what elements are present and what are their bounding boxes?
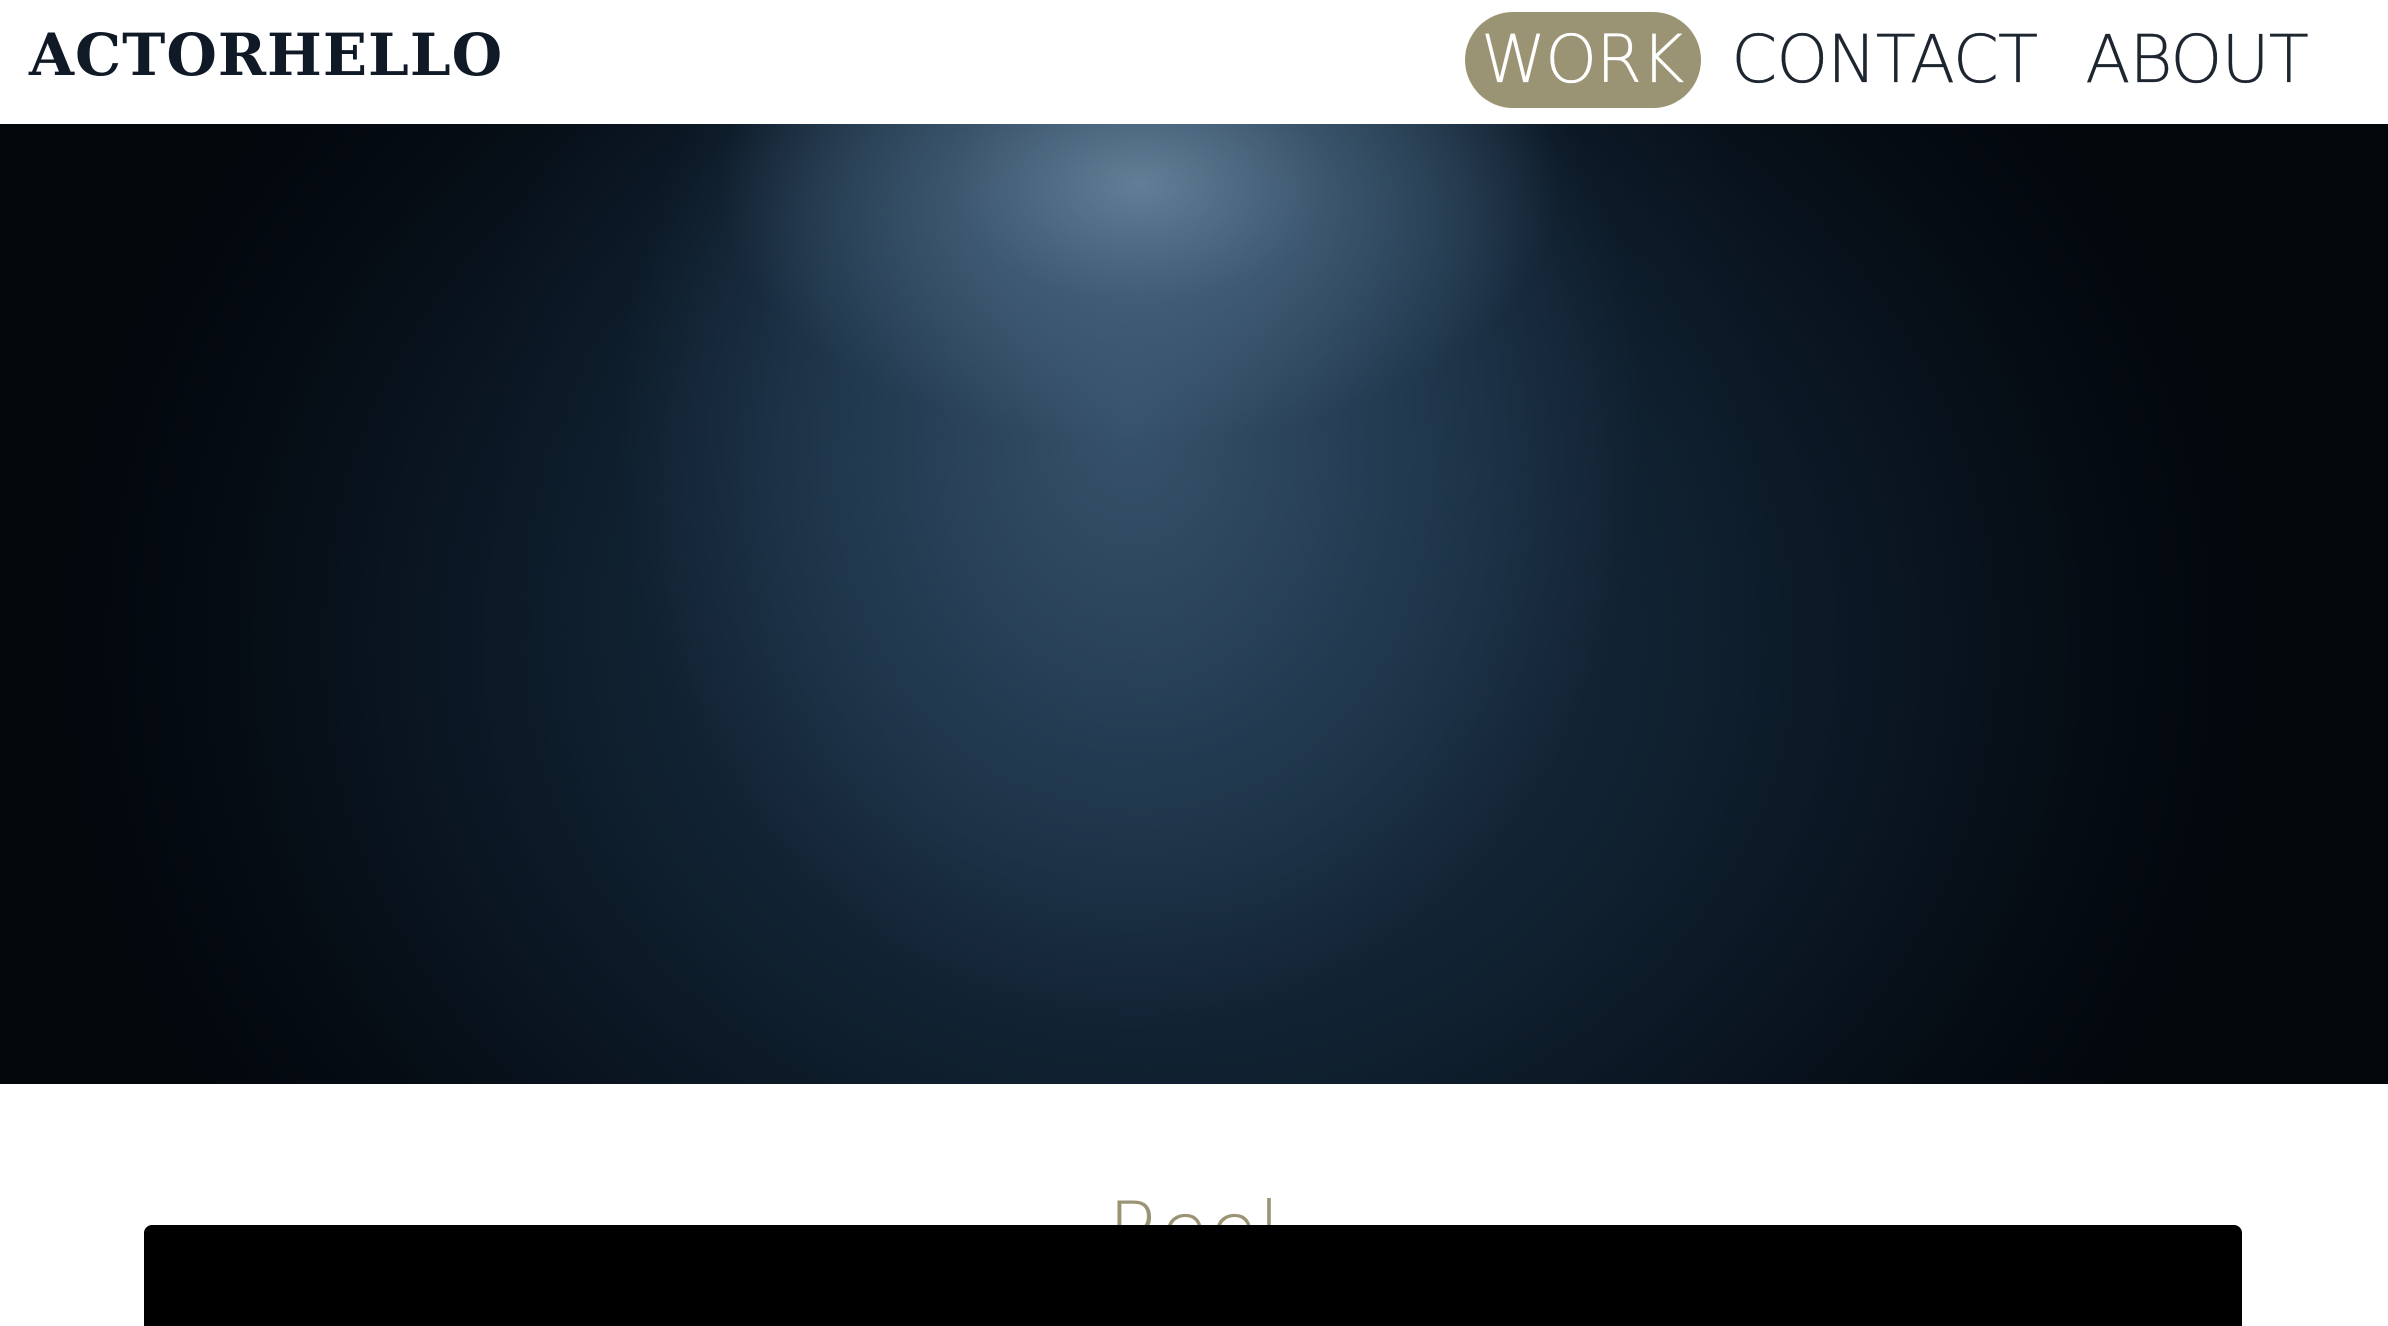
- site-header: ACTORHELLO WORK CONTACT ABOUT: [0, 0, 2388, 124]
- page: ACTORHELLO WORK CONTACT ABOUT Reel: [0, 0, 2388, 1326]
- nav-item-contact[interactable]: CONTACT: [1713, 12, 2055, 108]
- nav-item-about[interactable]: ABOUT: [2067, 12, 2326, 108]
- reel-video-player[interactable]: [144, 1225, 2242, 1326]
- main-nav: WORK CONTACT ABOUT: [1453, 12, 2326, 108]
- hero-spotlight-banner: [0, 124, 2388, 1084]
- nav-item-work[interactable]: WORK: [1464, 12, 1702, 108]
- site-logo[interactable]: ACTORHELLO: [29, 20, 503, 90]
